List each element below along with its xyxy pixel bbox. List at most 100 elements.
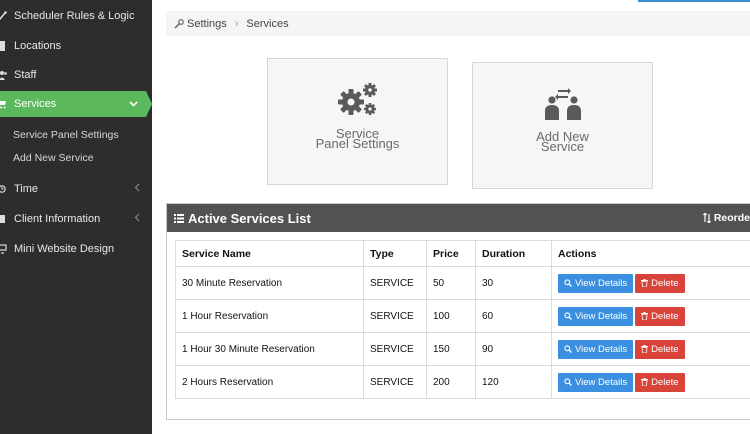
add-new-service-tile[interactable]: Add New Service: [472, 62, 653, 189]
tile-label-line2: Service: [540, 139, 585, 154]
delete-label: Delete: [651, 343, 679, 355]
delete-label: Delete: [651, 376, 679, 388]
reorder-label: Reorde: [713, 212, 750, 224]
search-icon: [564, 378, 572, 386]
search-icon: [564, 312, 572, 320]
sidebar: Scheduler Rules & Logic Locations Staff …: [0, 0, 152, 434]
service-panel-settings-tile[interactable]: Service Panel Settings: [267, 58, 448, 185]
sidebar-item-label: Time: [14, 183, 39, 195]
cell-price: 50: [426, 266, 476, 300]
user-card-icon: [0, 214, 7, 224]
top-button-edge[interactable]: [638, 0, 750, 2]
sidebar-item-staff[interactable]: Staff: [0, 62, 152, 88]
sidebar-item-label: Mini Website Design: [14, 243, 115, 255]
cell-actions: View Details Delete: [551, 365, 750, 399]
wand-icon: [0, 11, 7, 21]
delete-button[interactable]: Delete: [635, 372, 685, 392]
table-header-row: Service Name Type Price Duration Actions: [175, 240, 750, 267]
col-header-service-name: Service Name: [175, 240, 364, 267]
cell-type: SERVICE: [363, 365, 427, 399]
user-exchange-icon: [543, 86, 583, 125]
cell-type: SERVICE: [363, 266, 427, 300]
tile-label: Service Panel Settings: [315, 127, 400, 151]
sidebar-item-mini-website-design[interactable]: Mini Website Design: [0, 236, 152, 262]
table-row: 2 Hours Reservation SERVICE 200 120 View Det…: [175, 365, 750, 399]
cell-actions: View Details Delete: [551, 332, 750, 366]
active-services-panel: Active Services List Reorde Service Name…: [166, 203, 750, 420]
cell-price: 150: [426, 332, 476, 366]
breadcrumb: Settings › Services: [166, 11, 750, 36]
building-icon: [0, 41, 7, 51]
sidebar-item-label: Locations: [14, 40, 62, 52]
cell-service-name: 1 Hour 30 Minute Reservation: [175, 332, 364, 366]
desktop-icon: [0, 244, 7, 254]
view-details-label: View Details: [575, 343, 628, 355]
trash-icon: [641, 378, 649, 386]
delete-label: Delete: [651, 310, 679, 322]
sidebar-item-client-information[interactable]: Client Information: [0, 206, 152, 232]
col-header-type: Type: [363, 240, 427, 267]
users-icon: [0, 70, 7, 80]
sidebar-subitem-add-new-service[interactable]: Add New Service: [13, 152, 94, 164]
trash-icon: [641, 279, 649, 287]
cell-duration: 90: [475, 332, 552, 366]
reorder-button[interactable]: Reorde: [702, 204, 750, 232]
view-details-button[interactable]: View Details: [558, 306, 634, 326]
cell-price: 200: [426, 365, 476, 399]
search-icon: [564, 345, 572, 353]
cell-type: SERVICE: [363, 332, 427, 366]
sidebar-item-services[interactable]: Services: [0, 91, 152, 117]
delete-button[interactable]: Delete: [635, 273, 685, 293]
chevron-left-icon: [134, 213, 140, 225]
breadcrumb-settings[interactable]: Settings: [187, 18, 227, 30]
sort-icon: [702, 213, 711, 223]
sidebar-item-locations[interactable]: Locations: [0, 33, 152, 59]
sidebar-item-label: Services: [14, 98, 57, 110]
trash-icon: [641, 345, 649, 353]
sidebar-item-scheduler-rules[interactable]: Scheduler Rules & Logic: [0, 3, 152, 29]
cell-duration: 120: [475, 365, 552, 399]
panel-header: Active Services List Reorde: [167, 204, 750, 232]
delete-label: Delete: [651, 277, 679, 289]
cell-price: 100: [426, 299, 476, 333]
col-header-duration: Duration: [475, 240, 552, 267]
sidebar-item-label: Staff: [14, 69, 37, 81]
list-icon: [174, 213, 184, 223]
view-details-label: View Details: [575, 277, 628, 289]
view-details-button[interactable]: View Details: [558, 273, 634, 293]
wrench-icon: [174, 18, 184, 29]
cell-type: SERVICE: [363, 299, 427, 333]
tile-label-line2: Panel Settings: [315, 136, 400, 151]
view-details-button[interactable]: View Details: [558, 372, 634, 392]
search-icon: [564, 279, 572, 287]
tile-label: Add New Service: [536, 130, 589, 154]
chevron-down-icon: [129, 99, 138, 110]
services-table: Service Name Type Price Duration Actions…: [175, 240, 750, 399]
gears-icon: [335, 80, 381, 123]
cart-icon: [0, 99, 7, 109]
panel-title: Active Services List: [188, 210, 311, 226]
trash-icon: [641, 312, 649, 320]
delete-button[interactable]: Delete: [635, 339, 685, 359]
delete-button[interactable]: Delete: [635, 306, 685, 326]
view-details-button[interactable]: View Details: [558, 339, 634, 359]
sidebar-item-label: Client Information: [14, 213, 101, 225]
col-header-actions: Actions: [551, 240, 750, 267]
cell-service-name: 1 Hour Reservation: [175, 299, 364, 333]
cell-actions: View Details Delete: [551, 299, 750, 333]
cell-service-name: 2 Hours Reservation: [175, 365, 364, 399]
table-row: 1 Hour 30 Minute Reservation SERVICE 150 90…: [175, 332, 750, 366]
chevron-left-icon: [134, 183, 140, 195]
cell-duration: 30: [475, 266, 552, 300]
cell-actions: View Details Delete: [551, 266, 750, 300]
view-details-label: View Details: [575, 310, 628, 322]
breadcrumb-services: Services: [246, 17, 289, 30]
sidebar-item-label: Scheduler Rules & Logic: [14, 10, 135, 22]
cell-duration: 60: [475, 299, 552, 333]
table-row: 30 Minute Reservation SERVICE 50 30 View Det…: [175, 266, 750, 300]
view-details-label: View Details: [575, 376, 628, 388]
sidebar-item-time[interactable]: Time: [0, 176, 152, 202]
table-row: 1 Hour Reservation SERVICE 100 60 View Detai…: [175, 299, 750, 333]
col-header-price: Price: [426, 240, 476, 267]
sidebar-subitem-service-panel-settings[interactable]: Service Panel Settings: [13, 129, 119, 141]
